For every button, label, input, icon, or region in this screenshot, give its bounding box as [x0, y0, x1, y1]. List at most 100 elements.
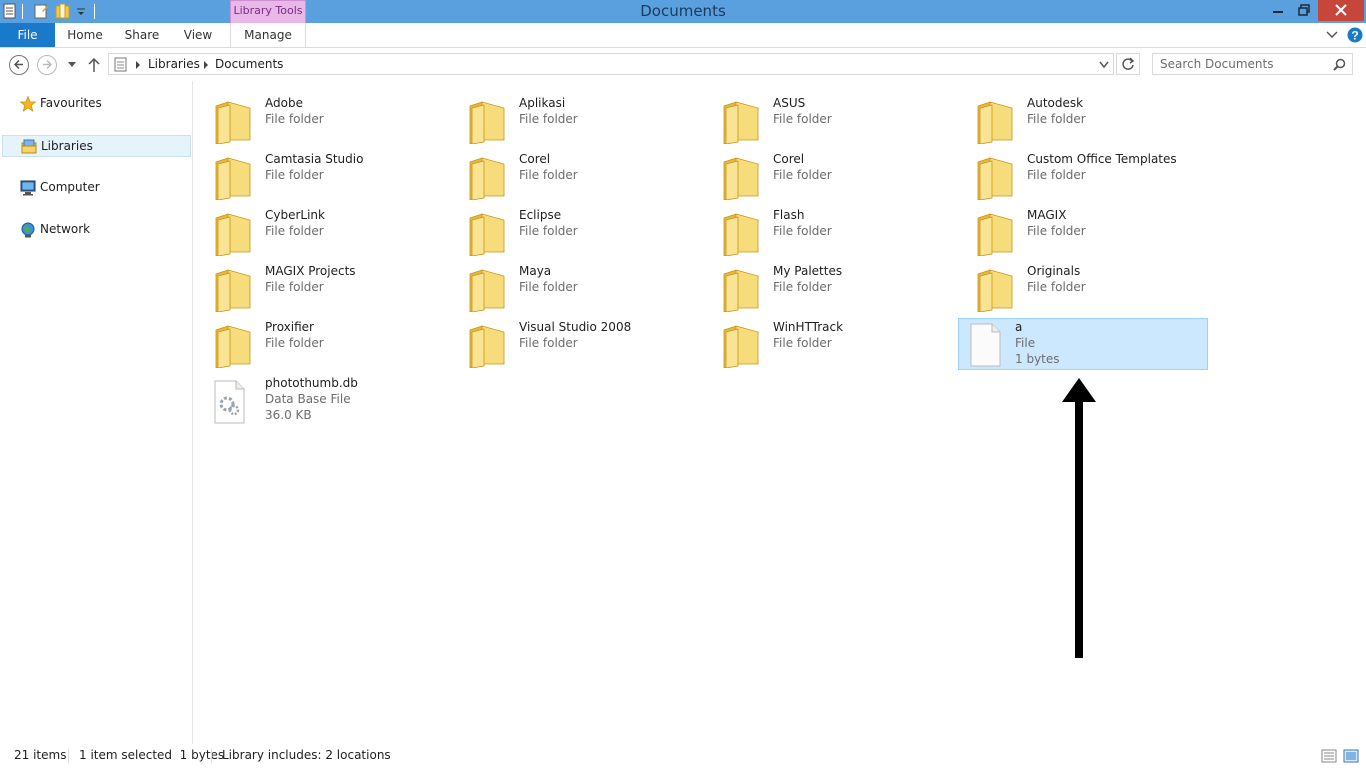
- refresh-icon: [1122, 57, 1135, 70]
- item-type: File folder: [1027, 280, 1086, 294]
- expand-ribbon-icon[interactable]: [1326, 30, 1338, 40]
- breadcrumb-libraries[interactable]: Libraries: [148, 57, 200, 71]
- item-type: File folder: [773, 336, 832, 350]
- search-box: [1152, 53, 1353, 75]
- folder-item[interactable]: Eclipse File folder: [448, 208, 698, 260]
- folder-item[interactable]: Proxifier File folder: [194, 320, 444, 372]
- status-selection: 1 item selected 1 bytes: [79, 748, 225, 762]
- folder-item[interactable]: Originals File folder: [956, 264, 1206, 316]
- folder-item[interactable]: Camtasia Studio File folder: [194, 152, 444, 204]
- folder-item[interactable]: WinHTTrack File folder: [702, 320, 952, 372]
- folder-icon: [723, 213, 759, 256]
- folder-item[interactable]: MAGIX File folder: [956, 208, 1206, 260]
- item-name: WinHTTrack: [773, 320, 844, 334]
- breadcrumb-documents[interactable]: Documents: [215, 57, 283, 71]
- tab-home[interactable]: Home: [58, 23, 112, 47]
- item-name: My Palettes: [773, 264, 843, 278]
- libraries-icon: [21, 139, 37, 154]
- folder-item[interactable]: Visual Studio 2008 File folder: [448, 320, 698, 372]
- network-icon: [21, 222, 35, 238]
- nav-item-favourites[interactable]: Favourites: [2, 93, 191, 115]
- up-arrow-icon[interactable]: [87, 57, 101, 73]
- folder-item[interactable]: CyberLink File folder: [194, 208, 444, 260]
- folder-icon: [215, 269, 251, 312]
- address-history-dropdown-icon[interactable]: [1099, 61, 1109, 69]
- nav-item-libraries[interactable]: Libraries: [2, 135, 191, 157]
- close-button[interactable]: [1318, 0, 1364, 21]
- folder-item[interactable]: ASUS File folder: [702, 96, 952, 148]
- folder-item[interactable]: Autodesk File folder: [956, 96, 1206, 148]
- back-button[interactable]: [9, 55, 29, 75]
- restore-button[interactable]: [1292, 0, 1316, 21]
- folder-item[interactable]: Adobe File folder: [194, 96, 444, 148]
- navigation-pane: Favourites Libraries Computer Network: [0, 81, 193, 744]
- folder-item[interactable]: My Palettes File folder: [702, 264, 952, 316]
- minimize-button[interactable]: [1266, 0, 1290, 21]
- item-type: Data Base File: [265, 392, 351, 406]
- folder-icon: [977, 213, 1013, 256]
- search-icon[interactable]: [1333, 58, 1346, 71]
- item-name: Custom Office Templates: [1027, 152, 1177, 166]
- item-type: File folder: [1027, 168, 1086, 182]
- folder-item[interactable]: Corel File folder: [448, 152, 698, 204]
- item-name: Originals: [1027, 264, 1081, 278]
- status-library-locations[interactable]: Library includes: 2 locations: [222, 748, 391, 762]
- item-type: File folder: [519, 224, 578, 238]
- tab-view[interactable]: View: [173, 23, 223, 47]
- item-name: MAGIX Projects: [265, 264, 356, 278]
- title-bar: Library Tools Documents: [0, 0, 1366, 23]
- nav-item-network[interactable]: Network: [2, 219, 191, 241]
- breadcrumb-separator-icon[interactable]: [135, 61, 141, 69]
- svg-text:?: ?: [1351, 29, 1358, 43]
- folder-icon: [723, 269, 759, 312]
- search-input[interactable]: [1153, 54, 1323, 74]
- item-size: 1 bytes: [1015, 352, 1060, 366]
- item-type: File folder: [265, 336, 324, 350]
- item-name: Adobe: [265, 96, 303, 110]
- folder-icon: [215, 157, 251, 200]
- item-name: CyberLink: [265, 208, 325, 222]
- item-type: File folder: [773, 168, 832, 182]
- folder-icon: [469, 213, 505, 256]
- folder-item[interactable]: Maya File folder: [448, 264, 698, 316]
- item-name: a: [1015, 320, 1023, 334]
- folder-item[interactable]: Aplikasi File folder: [448, 96, 698, 148]
- folder-item[interactable]: Custom Office Templates File folder: [956, 152, 1206, 204]
- address-bar[interactable]: Libraries Documents: [108, 53, 1114, 75]
- tab-file[interactable]: File: [0, 23, 55, 47]
- recent-locations-icon[interactable]: [67, 61, 77, 69]
- item-name: MAGIX: [1027, 208, 1067, 222]
- folder-item[interactable]: Corel File folder: [702, 152, 952, 204]
- refresh-button[interactable]: [1116, 53, 1140, 75]
- database-file-icon: [214, 380, 245, 424]
- item-name: ASUS: [773, 96, 806, 110]
- item-type: File folder: [265, 112, 324, 126]
- large-icons-view-icon[interactable]: [1343, 749, 1359, 763]
- nav-item-label: Computer: [40, 180, 100, 194]
- item-type: File folder: [1027, 112, 1086, 126]
- navigation-bar: Libraries Documents: [0, 48, 1366, 81]
- item-name: Flash: [773, 208, 805, 222]
- folder-item[interactable]: MAGIX Projects File folder: [194, 264, 444, 316]
- folder-icon: [469, 101, 505, 144]
- tab-manage[interactable]: Manage: [230, 23, 306, 47]
- folder-item[interactable]: Flash File folder: [702, 208, 952, 260]
- tab-share[interactable]: Share: [116, 23, 168, 47]
- close-icon: [1335, 4, 1347, 16]
- status-bar: 21 items 1 item selected 1 bytes Library…: [0, 744, 1366, 768]
- forward-button[interactable]: [37, 55, 57, 75]
- file-item[interactable]: photothumb.db Data Base File 36.0 KB: [194, 376, 444, 428]
- folder-icon: [215, 325, 251, 368]
- file-icon: [970, 323, 1001, 367]
- item-name: Visual Studio 2008: [519, 320, 632, 334]
- item-name: Camtasia Studio: [265, 152, 364, 166]
- item-type: File folder: [519, 336, 578, 350]
- folder-icon: [723, 325, 759, 368]
- help-icon[interactable]: ?: [1347, 27, 1363, 43]
- nav-item-label: Network: [40, 222, 91, 236]
- breadcrumb-separator-icon[interactable]: [203, 61, 209, 69]
- file-item[interactable]: a File 1 bytes: [958, 318, 1208, 370]
- nav-item-computer[interactable]: Computer: [2, 177, 191, 199]
- details-view-icon[interactable]: [1321, 749, 1337, 763]
- folder-icon: [977, 101, 1013, 144]
